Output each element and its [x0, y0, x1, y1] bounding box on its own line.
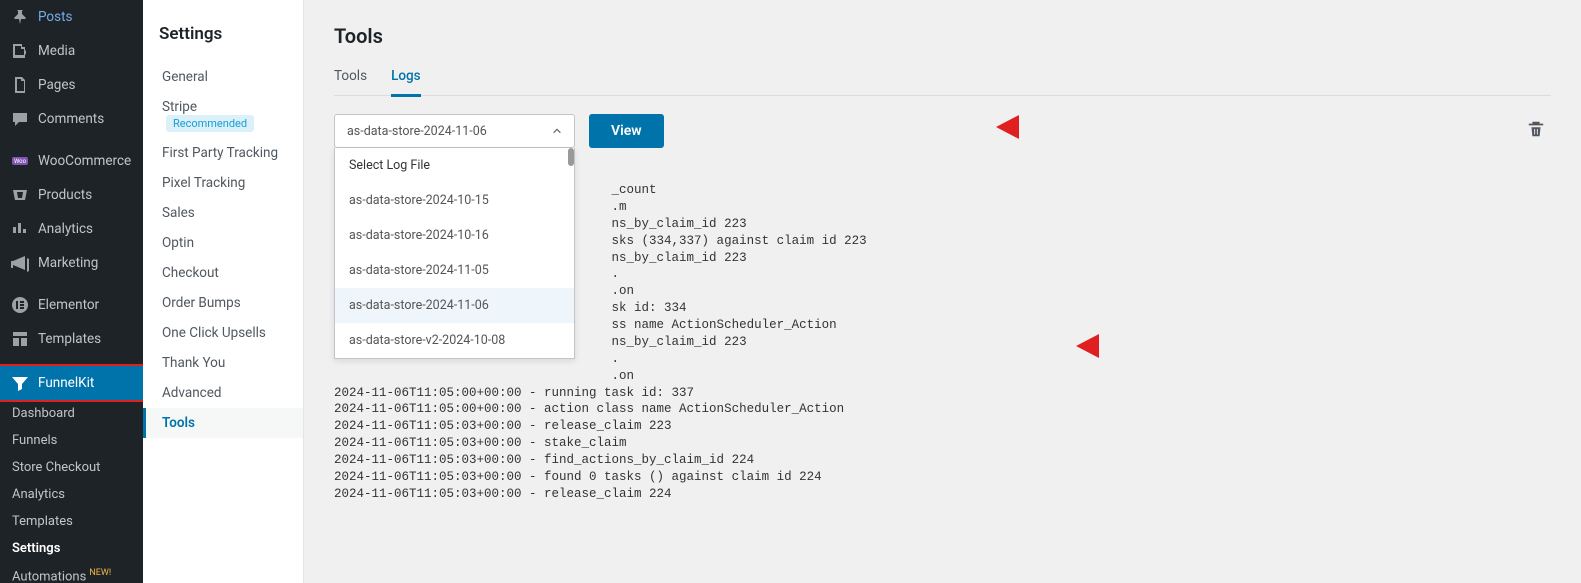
submenu-store-checkout[interactable]: Store Checkout — [0, 454, 143, 481]
sidebar-label: Templates — [38, 331, 101, 347]
settings-item-advanced[interactable]: Advanced — [143, 378, 303, 408]
sidebar-label: WooCommerce — [38, 153, 131, 169]
submenu-templates[interactable]: Templates — [0, 508, 143, 535]
dropdown-option[interactable]: as-data-store-2024-11-06 — [335, 288, 574, 323]
settings-sidebar: Settings General Stripe Recommended Firs… — [143, 0, 304, 583]
settings-item-optin[interactable]: Optin — [143, 228, 303, 258]
sidebar-item-funnelkit[interactable]: FunnelKit — [0, 364, 143, 402]
sidebar-item-analytics[interactable]: Analytics — [0, 212, 143, 246]
controls-row: as-data-store-2024-11-06 Select Log File… — [334, 114, 1551, 148]
submenu-settings[interactable]: Settings — [0, 535, 143, 562]
sidebar-label: FunnelKit — [38, 375, 94, 391]
settings-item-tools[interactable]: Tools — [143, 408, 303, 438]
sidebar-item-elementor[interactable]: Elementor — [0, 288, 143, 322]
sidebar-label: Analytics — [38, 221, 93, 237]
sidebar-label: Pages — [38, 77, 76, 93]
sidebar-item-marketing[interactable]: Marketing — [0, 246, 143, 280]
comments-icon — [10, 109, 30, 129]
sidebar-item-comments[interactable]: Comments — [0, 102, 143, 136]
marketing-icon — [10, 253, 30, 273]
settings-title: Settings — [143, 24, 303, 62]
settings-item-checkout[interactable]: Checkout — [143, 258, 303, 288]
annotation-arrow-icon — [994, 107, 1074, 151]
dropdown-option[interactable]: as-data-store-v2-2024-10-08 — [335, 323, 574, 358]
dropdown-option[interactable]: as-data-store-2024-11-05 — [335, 253, 574, 288]
trash-icon — [1527, 120, 1545, 138]
settings-item-sales[interactable]: Sales — [143, 198, 303, 228]
dropdown-header: Select Log File — [335, 148, 574, 183]
submenu-dashboard[interactable]: Dashboard — [0, 400, 143, 427]
view-button[interactable]: View — [589, 114, 664, 148]
submenu-label: Automations — [12, 569, 86, 583]
settings-item-label: Stripe — [162, 99, 197, 115]
pin-icon — [10, 7, 30, 27]
settings-item-general[interactable]: General — [143, 62, 303, 92]
sidebar-item-woocommerce[interactable]: Woo WooCommerce — [0, 144, 143, 178]
select-value: as-data-store-2024-11-06 — [347, 124, 487, 139]
sidebar-label: Media — [38, 43, 75, 59]
tabs: Tools Logs — [334, 68, 1551, 96]
settings-item-orderbumps[interactable]: Order Bumps — [143, 288, 303, 318]
settings-item-pixel[interactable]: Pixel Tracking — [143, 168, 303, 198]
pages-icon — [10, 75, 30, 95]
annotation-arrow-icon — [1074, 326, 1154, 370]
dropdown-scrollbar[interactable] — [568, 148, 574, 166]
chevron-up-icon — [552, 126, 562, 136]
woo-icon: Woo — [10, 151, 30, 171]
sidebar-item-products[interactable]: Products — [0, 178, 143, 212]
dropdown-option[interactable]: as-data-store-2024-10-15 — [335, 183, 574, 218]
tab-logs[interactable]: Logs — [391, 68, 421, 97]
settings-item-upsells[interactable]: One Click Upsells — [143, 318, 303, 348]
settings-item-stripe[interactable]: Stripe Recommended — [143, 92, 303, 138]
svg-text:Woo: Woo — [14, 158, 27, 165]
sidebar-item-pages[interactable]: Pages — [0, 68, 143, 102]
wp-admin-sidebar: Posts Media Pages Comments Woo WooCommer… — [0, 0, 143, 583]
sidebar-label: Comments — [38, 111, 104, 127]
dropdown-option[interactable]: as-data-store-2024-10-16 — [335, 218, 574, 253]
recommended-badge: Recommended — [166, 115, 254, 132]
sidebar-label: Elementor — [38, 297, 99, 313]
page-title: Tools — [334, 24, 1551, 48]
log-file-select[interactable]: as-data-store-2024-11-06 — [334, 114, 575, 148]
log-select-wrap: as-data-store-2024-11-06 Select Log File… — [334, 114, 575, 148]
main-content: Tools Tools Logs as-data-store-2024-11-0… — [304, 0, 1581, 583]
delete-button[interactable] — [1521, 114, 1551, 148]
new-badge: NEW! — [89, 568, 111, 578]
sidebar-label: Products — [38, 187, 92, 203]
sidebar-item-posts[interactable]: Posts — [0, 0, 143, 34]
settings-item-thankyou[interactable]: Thank You — [143, 348, 303, 378]
sidebar-label: Posts — [38, 9, 72, 25]
settings-item-fptracking[interactable]: First Party Tracking — [143, 138, 303, 168]
submenu-funnels[interactable]: Funnels — [0, 427, 143, 454]
products-icon — [10, 185, 30, 205]
submenu-analytics[interactable]: Analytics — [0, 481, 143, 508]
log-file-dropdown: Select Log File as-data-store-2024-10-15… — [334, 148, 575, 359]
sidebar-label: Marketing — [38, 255, 98, 271]
tab-tools[interactable]: Tools — [334, 68, 367, 97]
analytics-icon — [10, 219, 30, 239]
elementor-icon — [10, 295, 30, 315]
sidebar-item-media[interactable]: Media — [0, 34, 143, 68]
templates-icon — [10, 329, 30, 349]
media-icon — [10, 41, 30, 61]
sidebar-item-templates[interactable]: Templates — [0, 322, 143, 356]
funnelkit-icon — [10, 373, 30, 393]
submenu-automations[interactable]: AutomationsNEW! — [0, 562, 143, 583]
